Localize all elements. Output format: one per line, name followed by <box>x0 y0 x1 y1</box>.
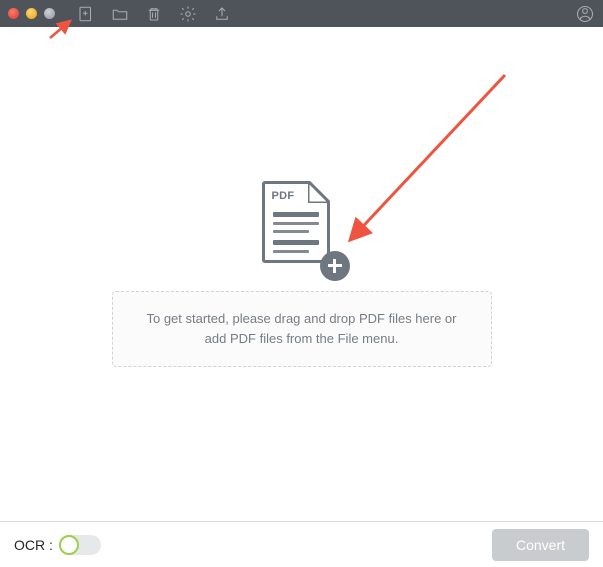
convert-button[interactable]: Convert <box>492 529 589 561</box>
titlebar <box>0 0 603 27</box>
drop-zone[interactable]: PDF To get started, please drag and drop… <box>0 27 603 521</box>
ocr-toggle-knob <box>59 535 79 555</box>
gear-icon[interactable] <box>178 4 198 24</box>
pdf-badge-text: PDF <box>272 190 295 202</box>
window-controls <box>8 8 55 19</box>
trash-icon[interactable] <box>144 4 164 24</box>
footer: OCR : Convert <box>0 521 603 567</box>
drop-message-line2: add PDF files from the File menu. <box>205 331 399 346</box>
zoom-window-button[interactable] <box>44 8 55 19</box>
close-window-button[interactable] <box>8 8 19 19</box>
toolbar <box>76 4 232 24</box>
minimize-window-button[interactable] <box>26 8 37 19</box>
open-folder-icon[interactable] <box>110 4 130 24</box>
pdf-add-illustration: PDF <box>262 181 342 273</box>
drop-message-line1: To get started, please drag and drop PDF… <box>146 311 456 326</box>
add-file-icon[interactable] <box>76 4 96 24</box>
drop-message: To get started, please drag and drop PDF… <box>112 291 492 367</box>
ocr-toggle[interactable] <box>59 535 101 555</box>
plus-icon <box>320 251 350 281</box>
ocr-label: OCR : <box>14 537 53 553</box>
export-icon[interactable] <box>212 4 232 24</box>
account-icon[interactable] <box>575 4 595 24</box>
